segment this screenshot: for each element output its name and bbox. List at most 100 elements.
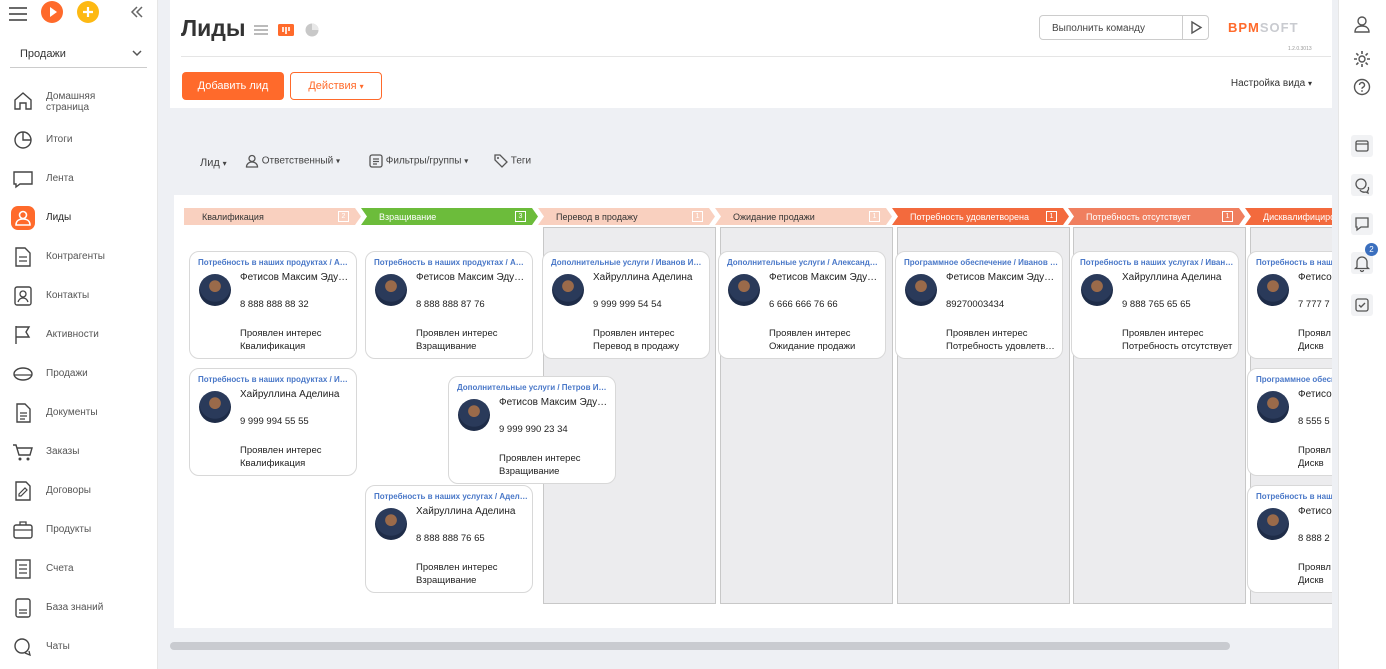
lead-card[interactable]: Дополнительные услуги / Петров Иван Фетис… [448, 376, 616, 484]
sidebar-item-label: Лента [46, 173, 74, 184]
process-play-icon[interactable] [41, 1, 63, 23]
contact-phone: 9 999 999 54 54 [593, 299, 662, 310]
sidebar-item[interactable]: Лиды [0, 199, 158, 238]
lead-card[interactable]: Дополнительные услуги / Иванов Иван Хайру… [542, 251, 710, 359]
stage-header[interactable]: Перевод в продажу 1 [538, 208, 715, 225]
view-settings-button[interactable]: Настройка вида ▾ [1231, 78, 1312, 89]
lead-card[interactable]: Потребность в наших продуктах / Иванов И… [189, 368, 357, 476]
profile-icon[interactable] [1351, 13, 1373, 35]
contact-phone: 9 888 765 65 65 [1122, 299, 1191, 310]
stage-header[interactable]: Квалификация 2 [184, 208, 361, 225]
sidebar-item-label: Домашняя страница [46, 91, 96, 113]
stage-label: Квалификация [202, 212, 264, 222]
card-title: Потребность в наших услугах / Иванов Ива… [1080, 258, 1234, 267]
run-command-icon[interactable] [1182, 16, 1208, 39]
sidebar-item[interactable]: Счета [0, 550, 158, 589]
contact-phone: 8 888 888 76 65 [416, 533, 485, 544]
lead-card[interactable]: Потребность в наших продуктах / Александ… [189, 251, 357, 359]
owner-filter[interactable]: Ответственный ▾ [245, 154, 340, 168]
sidebar-item[interactable]: Итоги [0, 121, 158, 160]
sidebar-item[interactable]: Договоры [0, 472, 158, 511]
lead-status: Проявлен интерес [769, 328, 851, 339]
sidebar-item[interactable]: Активности [0, 316, 158, 355]
chat-icon[interactable] [1351, 213, 1373, 235]
kanban-board: Квалификация 2 Взращивание 3 Перевод в прода… [174, 195, 1332, 628]
lead-card[interactable]: Дополнительные услуги / Александрова Ири… [718, 251, 886, 359]
stage-label: Потребность отсутствует [1086, 212, 1191, 222]
card-status-block: Проявлен интерес Взращивание [416, 327, 528, 353]
lead-stage: Квалификация [240, 458, 306, 469]
cart-icon [11, 440, 35, 464]
lead-card[interactable]: Потребность в наших продуктах Фетисов 7 77… [1247, 251, 1332, 359]
filters-groups-button[interactable]: Фильтры/группы ▾ [369, 154, 468, 168]
sidebar-item[interactable]: Домашняя страница [0, 82, 158, 121]
workspace-selector[interactable]: Продажи [10, 40, 147, 68]
sidebar-item[interactable]: Продукты [0, 511, 158, 550]
contact-avatar [1081, 274, 1113, 306]
filter-list-icon [369, 154, 383, 168]
sidebar-item[interactable]: База знаний [0, 589, 158, 628]
horizontal-scrollbar[interactable] [170, 642, 1230, 650]
contact-phone: 8 555 5 [1298, 416, 1330, 427]
contact-phone: 9 999 990 23 34 [499, 424, 568, 435]
actions-button[interactable]: Действия ▾ [290, 72, 382, 100]
sidebar-item[interactable]: Заказы [0, 433, 158, 472]
card-status-block: Проявлен интерес Потребность отсутствует [1122, 327, 1234, 353]
card-title: Потребность в наших продуктах / Александ… [374, 258, 528, 267]
add-lead-button[interactable]: Добавить лид [182, 72, 284, 100]
stage-header[interactable]: Потребность удовлетворена 1 [892, 208, 1069, 225]
add-plus-icon[interactable] [77, 1, 99, 23]
collapse-sidebar-icon[interactable] [128, 3, 146, 21]
analytics-view-icon[interactable] [304, 23, 320, 37]
command-input[interactable]: Выполнить команду [1039, 15, 1209, 40]
hamburger-menu-icon[interactable] [7, 4, 29, 24]
help-icon[interactable] [1351, 76, 1373, 98]
lead-stage: Квалификация [240, 341, 306, 352]
lead-card[interactable]: Потребность в наших услугах / Аделина Хай… [365, 485, 533, 593]
stage-header[interactable]: Ожидание продажи 1 [715, 208, 892, 225]
lead-card[interactable]: Программное обеспечение / Иванов Иван Фет… [895, 251, 1063, 359]
card-status-block: Проявлен интерес Квалификация [240, 327, 352, 353]
main-header-panel: Лиды Выполнить команду BPMSOFT 1.2.0.301… [170, 0, 1332, 108]
lead-card[interactable]: Программное обеспечение Фетисов 8 555 5 Про… [1247, 368, 1332, 476]
lead-filter[interactable]: Лид ▾ [200, 157, 227, 169]
stage-header[interactable]: Потребность отсутствует 1 [1068, 208, 1245, 225]
sidebar-item[interactable]: Документы [0, 394, 158, 433]
sidebar-item-label: Контрагенты [46, 251, 105, 262]
lead-status: Проявлен интерес [593, 328, 675, 339]
dropdown-caret-icon: ▾ [222, 159, 227, 168]
filter-bar: Лид ▾ Ответственный ▾ Фильтры/группы ▾ Т… [200, 154, 760, 173]
sidebar-item[interactable]: Чаты [0, 628, 158, 667]
lead-status: Проявлен интерес [416, 562, 498, 573]
lead-card[interactable]: Потребность в наших услугах Фетисов 8 888 … [1247, 485, 1332, 593]
conversations-icon[interactable] [1351, 174, 1373, 196]
products-icon [11, 518, 35, 542]
sidebar-item[interactable]: Лента [0, 160, 158, 199]
lead-card[interactable]: Потребность в наших услугах / Иванов Ива… [1071, 251, 1239, 359]
stage-label: Дисквалифицирован [1263, 212, 1332, 222]
list-view-icon[interactable] [253, 23, 269, 37]
notifications-badge: 2 [1365, 243, 1378, 256]
settings-gear-icon[interactable] [1351, 48, 1373, 70]
dropdown-caret-icon: ▾ [359, 82, 364, 91]
sidebar-item-label: Договоры [46, 485, 91, 496]
sidebar-item[interactable]: Контрагенты [0, 238, 158, 277]
sidebar-top-bar [0, 0, 158, 30]
lead-stage: Потребность отсутствует [1122, 341, 1233, 352]
sidebar-item-label: Заказы [46, 446, 80, 457]
sales-icon [11, 362, 35, 386]
sidebar-item[interactable]: Контакты [0, 277, 158, 316]
kanban-view-icon[interactable] [278, 23, 294, 37]
email-icon[interactable] [1351, 135, 1373, 157]
lead-card[interactable]: Потребность в наших продуктах / Александ… [365, 251, 533, 359]
tasks-checkbox-icon[interactable] [1351, 294, 1373, 316]
sidebar-item[interactable]: Продажи [0, 355, 158, 394]
tags-button[interactable]: Теги [494, 154, 531, 168]
contact-name: Хайруллина Аделина [1122, 272, 1222, 283]
stage-header[interactable]: Взращивание 3 [361, 208, 538, 225]
card-title: Потребность в наших продуктах / Иванов И… [198, 375, 352, 384]
card-status-block: Проявлен интерес Взращивание [499, 452, 611, 478]
contact-name: Фетисов [1298, 506, 1332, 517]
stage-header[interactable]: Дисквалифицирован [1245, 208, 1332, 225]
card-title: Потребность в наших продуктах [1256, 258, 1332, 267]
